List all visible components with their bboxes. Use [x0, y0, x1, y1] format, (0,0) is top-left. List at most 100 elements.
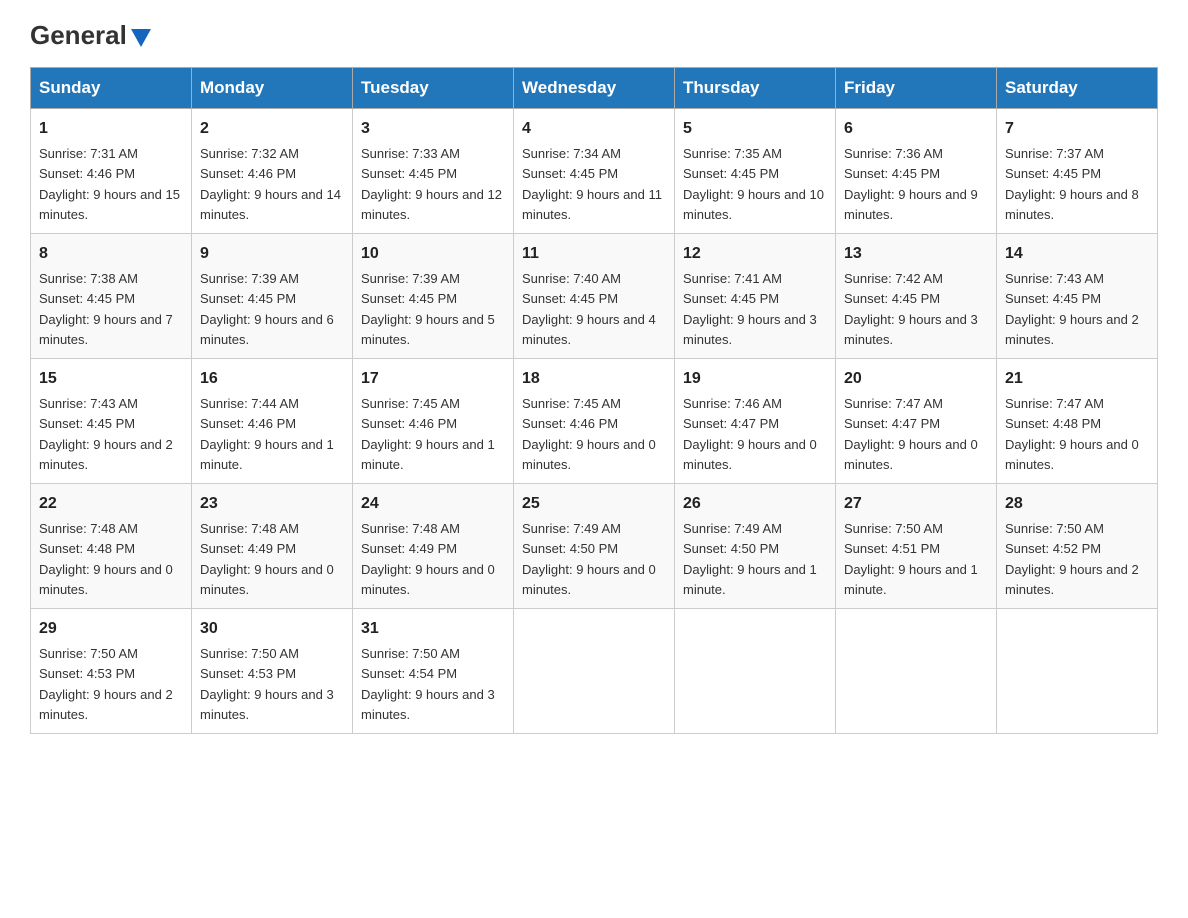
day-number: 22	[39, 492, 183, 516]
calendar-cell: 29 Sunrise: 7:50 AMSunset: 4:53 PMDayligh…	[31, 609, 192, 734]
calendar-cell: 14Sunrise: 7:43 AMSunset: 4:45 PMDayligh…	[997, 234, 1158, 359]
day-info: Sunrise: 7:47 AMSunset: 4:47 PMDaylight:…	[844, 396, 978, 472]
calendar-cell: 4 Sunrise: 7:34 AMSunset: 4:45 PMDaylight…	[514, 109, 675, 234]
day-info: Sunrise: 7:33 AMSunset: 4:45 PMDaylight:…	[361, 146, 502, 222]
day-number: 16	[200, 367, 344, 391]
day-info: Sunrise: 7:49 AMSunset: 4:50 PMDaylight:…	[522, 521, 656, 597]
calendar-cell: 20 Sunrise: 7:47 AMSunset: 4:47 PMDayligh…	[836, 359, 997, 484]
day-number: 14	[1005, 242, 1149, 266]
calendar-cell: 27 Sunrise: 7:50 AMSunset: 4:51 PMDayligh…	[836, 484, 997, 609]
calendar-cell: 7 Sunrise: 7:37 AMSunset: 4:45 PMDaylight…	[997, 109, 1158, 234]
day-info: Sunrise: 7:46 AMSunset: 4:47 PMDaylight:…	[683, 396, 817, 472]
day-number: 12	[683, 242, 827, 266]
day-number: 28	[1005, 492, 1149, 516]
col-saturday: Saturday	[997, 68, 1158, 109]
day-info: Sunrise: 7:48 AMSunset: 4:49 PMDaylight:…	[200, 521, 334, 597]
day-number: 30	[200, 617, 344, 641]
col-wednesday: Wednesday	[514, 68, 675, 109]
col-tuesday: Tuesday	[353, 68, 514, 109]
day-info: Sunrise: 7:44 AMSunset: 4:46 PMDaylight:…	[200, 396, 334, 472]
day-number: 31	[361, 617, 505, 641]
calendar-cell: 31 Sunrise: 7:50 AMSunset: 4:54 PMDayligh…	[353, 609, 514, 734]
calendar-cell: 19Sunrise: 7:46 AMSunset: 4:47 PMDayligh…	[675, 359, 836, 484]
calendar-cell: 6 Sunrise: 7:36 AMSunset: 4:45 PMDaylight…	[836, 109, 997, 234]
day-info: Sunrise: 7:45 AMSunset: 4:46 PMDaylight:…	[361, 396, 495, 472]
calendar-week-row: 15 Sunrise: 7:43 AMSunset: 4:45 PMDayligh…	[31, 359, 1158, 484]
calendar-cell: 17 Sunrise: 7:45 AMSunset: 4:46 PMDayligh…	[353, 359, 514, 484]
day-info: Sunrise: 7:45 AMSunset: 4:46 PMDaylight:…	[522, 396, 656, 472]
calendar-cell: 28 Sunrise: 7:50 AMSunset: 4:52 PMDayligh…	[997, 484, 1158, 609]
col-sunday: Sunday	[31, 68, 192, 109]
day-number: 20	[844, 367, 988, 391]
calendar-table: Sunday Monday Tuesday Wednesday Thursday…	[30, 67, 1158, 734]
logo-triangle-icon	[131, 29, 151, 47]
day-number: 1	[39, 117, 183, 141]
calendar-cell: 22Sunrise: 7:48 AMSunset: 4:48 PMDayligh…	[31, 484, 192, 609]
day-info: Sunrise: 7:34 AMSunset: 4:45 PMDaylight:…	[522, 146, 662, 222]
logo-general-text: General	[30, 20, 127, 51]
calendar-cell	[514, 609, 675, 734]
calendar-cell	[997, 609, 1158, 734]
calendar-cell: 12 Sunrise: 7:41 AMSunset: 4:45 PMDayligh…	[675, 234, 836, 359]
calendar-cell: 15 Sunrise: 7:43 AMSunset: 4:45 PMDayligh…	[31, 359, 192, 484]
calendar-week-row: 8 Sunrise: 7:38 AMSunset: 4:45 PMDaylight…	[31, 234, 1158, 359]
day-info: Sunrise: 7:42 AMSunset: 4:45 PMDaylight:…	[844, 271, 978, 347]
calendar-cell: 23 Sunrise: 7:48 AMSunset: 4:49 PMDayligh…	[192, 484, 353, 609]
day-info: Sunrise: 7:50 AMSunset: 4:52 PMDaylight:…	[1005, 521, 1139, 597]
calendar-cell: 2Sunrise: 7:32 AMSunset: 4:46 PMDaylight…	[192, 109, 353, 234]
day-number: 13	[844, 242, 988, 266]
day-number: 23	[200, 492, 344, 516]
calendar-cell: 10 Sunrise: 7:39 AMSunset: 4:45 PMDayligh…	[353, 234, 514, 359]
day-number: 15	[39, 367, 183, 391]
calendar-cell: 25Sunrise: 7:49 AMSunset: 4:50 PMDayligh…	[514, 484, 675, 609]
day-info: Sunrise: 7:47 AMSunset: 4:48 PMDaylight:…	[1005, 396, 1139, 472]
day-info: Sunrise: 7:37 AMSunset: 4:45 PMDaylight:…	[1005, 146, 1139, 222]
day-number: 21	[1005, 367, 1149, 391]
day-info: Sunrise: 7:35 AMSunset: 4:45 PMDaylight:…	[683, 146, 824, 222]
page-header: General	[30, 20, 1158, 47]
day-info: Sunrise: 7:38 AMSunset: 4:45 PMDaylight:…	[39, 271, 173, 347]
day-info: Sunrise: 7:40 AMSunset: 4:45 PMDaylight:…	[522, 271, 656, 347]
day-number: 4	[522, 117, 666, 141]
calendar-cell: 9Sunrise: 7:39 AMSunset: 4:45 PMDaylight…	[192, 234, 353, 359]
calendar-week-row: 1Sunrise: 7:31 AMSunset: 4:46 PMDaylight…	[31, 109, 1158, 234]
calendar-body: 1Sunrise: 7:31 AMSunset: 4:46 PMDaylight…	[31, 109, 1158, 734]
calendar-week-row: 29 Sunrise: 7:50 AMSunset: 4:53 PMDayligh…	[31, 609, 1158, 734]
day-info: Sunrise: 7:50 AMSunset: 4:54 PMDaylight:…	[361, 646, 495, 722]
day-number: 17	[361, 367, 505, 391]
calendar-cell: 24 Sunrise: 7:48 AMSunset: 4:49 PMDayligh…	[353, 484, 514, 609]
day-info: Sunrise: 7:41 AMSunset: 4:45 PMDaylight:…	[683, 271, 817, 347]
col-friday: Friday	[836, 68, 997, 109]
calendar-cell: 13 Sunrise: 7:42 AMSunset: 4:45 PMDayligh…	[836, 234, 997, 359]
col-monday: Monday	[192, 68, 353, 109]
day-number: 18	[522, 367, 666, 391]
day-number: 10	[361, 242, 505, 266]
day-info: Sunrise: 7:39 AMSunset: 4:45 PMDaylight:…	[361, 271, 495, 347]
calendar-cell: 21 Sunrise: 7:47 AMSunset: 4:48 PMDayligh…	[997, 359, 1158, 484]
calendar-cell: 16 Sunrise: 7:44 AMSunset: 4:46 PMDayligh…	[192, 359, 353, 484]
day-info: Sunrise: 7:50 AMSunset: 4:51 PMDaylight:…	[844, 521, 978, 597]
day-number: 29	[39, 617, 183, 641]
day-number: 8	[39, 242, 183, 266]
day-number: 6	[844, 117, 988, 141]
day-number: 9	[200, 242, 344, 266]
calendar-cell: 5Sunrise: 7:35 AMSunset: 4:45 PMDaylight…	[675, 109, 836, 234]
logo: General	[30, 20, 151, 47]
calendar-header-row: Sunday Monday Tuesday Wednesday Thursday…	[31, 68, 1158, 109]
day-info: Sunrise: 7:48 AMSunset: 4:49 PMDaylight:…	[361, 521, 495, 597]
day-info: Sunrise: 7:50 AMSunset: 4:53 PMDaylight:…	[39, 646, 173, 722]
day-number: 2	[200, 117, 344, 141]
day-number: 11	[522, 242, 666, 266]
day-info: Sunrise: 7:43 AMSunset: 4:45 PMDaylight:…	[39, 396, 173, 472]
day-number: 24	[361, 492, 505, 516]
day-number: 7	[1005, 117, 1149, 141]
col-thursday: Thursday	[675, 68, 836, 109]
calendar-cell: 8 Sunrise: 7:38 AMSunset: 4:45 PMDaylight…	[31, 234, 192, 359]
day-info: Sunrise: 7:36 AMSunset: 4:45 PMDaylight:…	[844, 146, 978, 222]
calendar-week-row: 22Sunrise: 7:48 AMSunset: 4:48 PMDayligh…	[31, 484, 1158, 609]
calendar-cell: 18 Sunrise: 7:45 AMSunset: 4:46 PMDayligh…	[514, 359, 675, 484]
calendar-cell: 11 Sunrise: 7:40 AMSunset: 4:45 PMDayligh…	[514, 234, 675, 359]
day-number: 3	[361, 117, 505, 141]
day-number: 27	[844, 492, 988, 516]
calendar-cell: 26Sunrise: 7:49 AMSunset: 4:50 PMDayligh…	[675, 484, 836, 609]
